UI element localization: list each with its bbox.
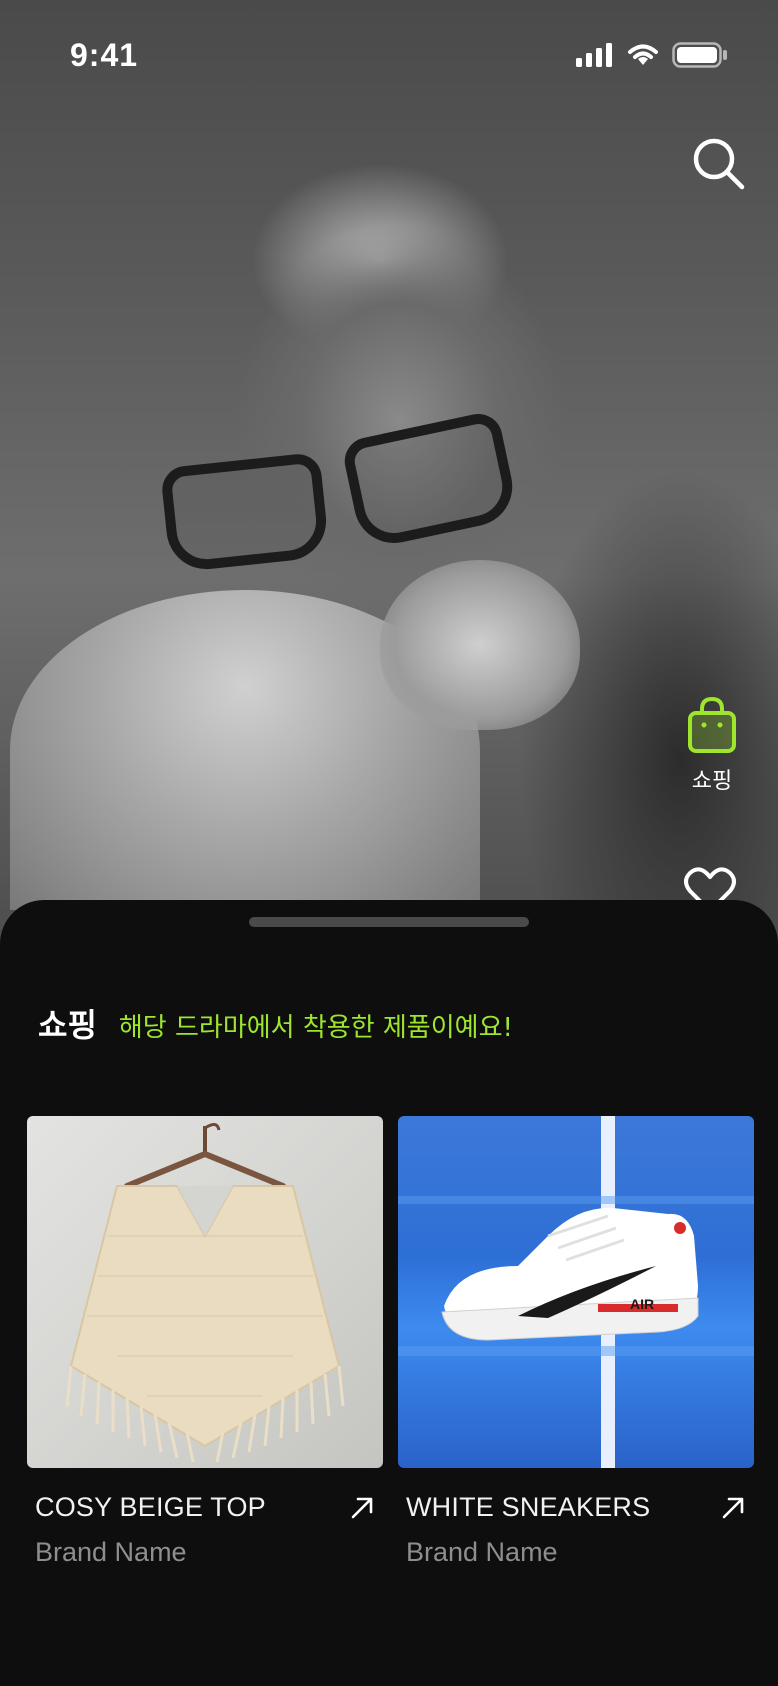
product-name: WHITE SNEAKERS bbox=[406, 1492, 651, 1522]
sneaker-illustration: AIR bbox=[398, 1196, 754, 1356]
status-icons bbox=[576, 42, 728, 68]
status-time: 9:41 bbox=[70, 36, 139, 73]
side-actions: 쇼핑 bbox=[672, 695, 752, 795]
product-image bbox=[27, 1116, 383, 1468]
product-card[interactable]: AIR WHITE SNEAKERS Brand Name bbox=[398, 1116, 754, 1568]
search-button[interactable] bbox=[690, 135, 746, 191]
cellular-signal-icon bbox=[576, 43, 612, 67]
search-icon bbox=[693, 138, 745, 190]
hero-background-photo bbox=[0, 0, 778, 960]
arrow-up-right-icon[interactable] bbox=[720, 1495, 746, 1521]
product-brand: Brand Name bbox=[406, 1537, 558, 1567]
glasses-left-lens bbox=[159, 451, 331, 574]
sheet-header: 쇼핑 해당 드라마에서 착용한 제품이예요! bbox=[38, 1000, 513, 1046]
shopping-bag-icon bbox=[688, 696, 736, 753]
arrow-up-right-icon[interactable] bbox=[349, 1495, 375, 1521]
product-brand: Brand Name bbox=[35, 1537, 187, 1567]
status-bar: 9:41 bbox=[0, 0, 778, 110]
sheet-drag-handle[interactable] bbox=[249, 917, 529, 927]
shopping-label: 쇼핑 bbox=[691, 769, 733, 794]
wifi-icon bbox=[628, 44, 658, 65]
air-logo-text: AIR bbox=[630, 1296, 654, 1312]
sheet-title: 쇼핑 bbox=[38, 1006, 97, 1044]
product-title-row: WHITE SNEAKERS bbox=[398, 1492, 754, 1523]
product-title-row: COSY BEIGE TOP bbox=[27, 1492, 383, 1523]
shopping-button[interactable]: 쇼핑 bbox=[672, 695, 752, 795]
product-image: AIR bbox=[398, 1116, 754, 1468]
sheet-subtitle: 해당 드라마에서 착용한 제품이예요! bbox=[118, 1013, 513, 1043]
battery-icon bbox=[672, 42, 727, 68]
poncho-illustration bbox=[65, 1123, 345, 1463]
product-name: COSY BEIGE TOP bbox=[35, 1492, 266, 1522]
shopping-bottom-sheet: 쇼핑 해당 드라마에서 착용한 제품이예요! COSY BEIGE TOP Br… bbox=[0, 900, 778, 1686]
glasses-right-lens bbox=[340, 409, 520, 551]
beard-shape bbox=[380, 560, 580, 730]
product-card[interactable]: COSY BEIGE TOP Brand Name bbox=[27, 1116, 383, 1568]
product-list: COSY BEIGE TOP Brand Name AIR WHITE SNEA… bbox=[27, 1116, 754, 1568]
